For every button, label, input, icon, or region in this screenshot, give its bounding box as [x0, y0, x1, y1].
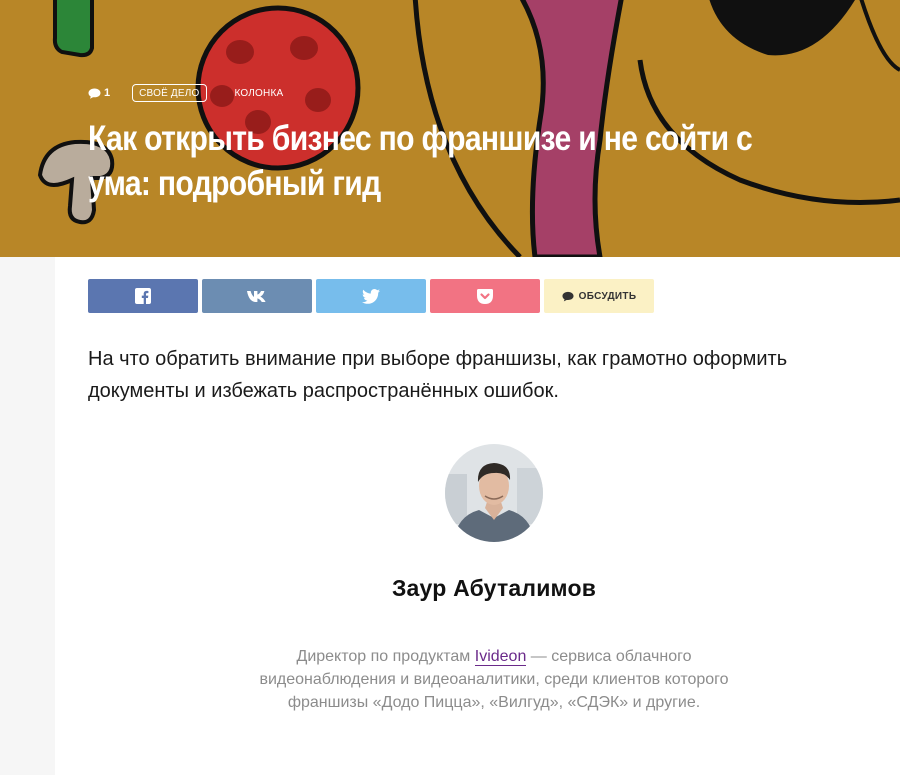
article-lead: На что обратить внимание при выборе фран… [88, 348, 788, 402]
article-body: ОБСУДИТЬ На что обратить внимание при вы… [0, 257, 900, 775]
author-description: Директор по продуктам Ivideon — сервиса … [259, 645, 729, 714]
author-photo [445, 444, 543, 542]
facebook-icon [135, 288, 151, 304]
author-avatar [445, 444, 543, 542]
share-vk-button[interactable] [202, 279, 312, 313]
article-title: Как открыть бизнес по франшизе и не сойт… [88, 119, 753, 203]
rubric-badge[interactable]: СВОЁ ДЕЛО [132, 84, 207, 102]
left-gutter [0, 257, 55, 775]
article-meta: 1 СВОЁ ДЕЛО КОЛОНКА [88, 82, 283, 104]
comments-counter[interactable]: 1 [88, 87, 110, 99]
discuss-label: ОБСУДИТЬ [578, 290, 637, 302]
article-type-link[interactable]: КОЛОНКА [235, 88, 284, 99]
article-hero: 1 СВОЁ ДЕЛО КОЛОНКА Как открыть бизнес п… [0, 0, 900, 257]
comment-icon [88, 88, 101, 99]
company-link[interactable]: Ivideon [474, 648, 527, 666]
comments-count: 1 [104, 87, 111, 99]
vk-icon [247, 290, 266, 302]
pocket-icon [477, 288, 493, 304]
comment-icon [562, 291, 574, 301]
discuss-button[interactable]: ОБСУДИТЬ [544, 279, 654, 313]
share-bar: ОБСУДИТЬ [88, 279, 654, 313]
author-desc-text: Директор по продуктам [296, 648, 475, 665]
share-facebook-button[interactable] [88, 279, 198, 313]
twitter-icon [362, 288, 380, 304]
author-name: Заур Абуталимов [391, 575, 597, 601]
share-twitter-button[interactable] [316, 279, 426, 313]
share-pocket-button[interactable] [430, 279, 540, 313]
